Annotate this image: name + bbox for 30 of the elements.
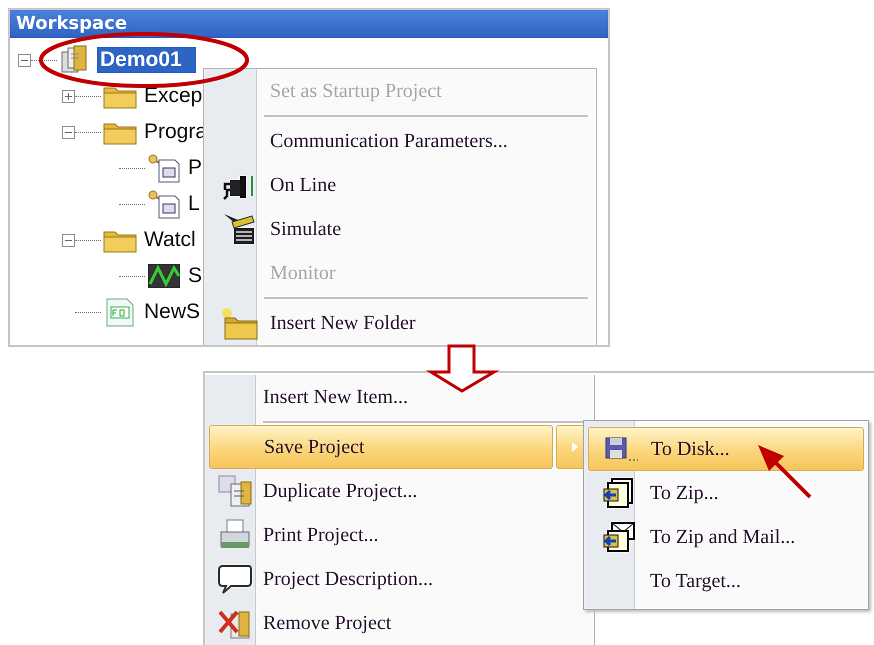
tree-item[interactable]: NewS — [141, 301, 204, 323]
menu-item[interactable]: To Disk... — [588, 427, 864, 471]
tree-item[interactable]: Demo01 — [97, 47, 196, 73]
archive-icon — [602, 477, 636, 509]
document-key-icon — [147, 188, 181, 220]
tree-item[interactable]: P — [185, 157, 206, 179]
caret-icon — [572, 442, 578, 452]
menu-item[interactable]: On Line — [204, 163, 596, 207]
menu-item[interactable]: Insert New Item... — [205, 375, 594, 419]
speech-bubble-icon — [217, 562, 253, 596]
collapse-icon[interactable] — [62, 126, 75, 138]
workspace-title: Workspace — [10, 10, 608, 38]
document-key-icon — [147, 152, 181, 184]
menu-item[interactable]: Save Project — [209, 425, 553, 469]
tree-item[interactable]: L — [185, 193, 203, 215]
collapse-icon[interactable] — [18, 54, 31, 66]
archive-mail-icon — [602, 521, 636, 553]
menu-item[interactable]: Remove Project — [205, 601, 594, 645]
tree-item[interactable]: Excep — [141, 85, 206, 107]
expand-icon[interactable] — [62, 90, 75, 102]
new-folder-icon — [219, 306, 259, 340]
collapse-icon[interactable] — [62, 234, 75, 246]
clapperboard-icon — [222, 212, 256, 246]
menu-item[interactable]: Simulate — [204, 207, 596, 251]
copy-documents-icon — [217, 474, 253, 508]
tree-item[interactable]: Watcl — [141, 229, 199, 251]
tree-item[interactable]: S — [185, 265, 206, 287]
pointer-arrow — [758, 445, 812, 498]
menu-item[interactable]: Communication Parameters... — [204, 119, 596, 163]
menu-item[interactable]: Insert New Folder — [204, 301, 596, 345]
